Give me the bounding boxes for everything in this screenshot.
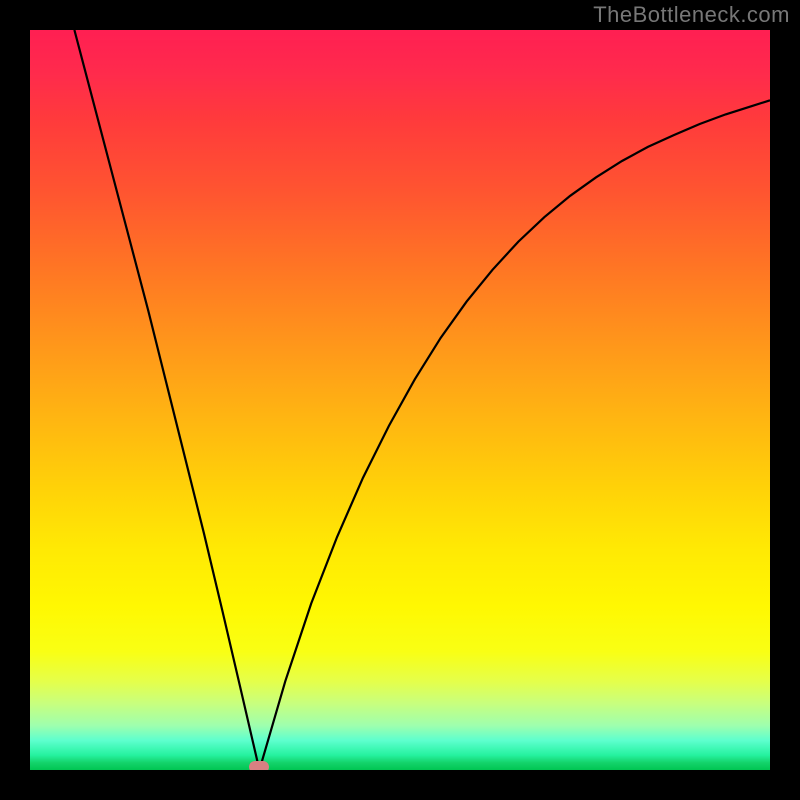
chart-frame: TheBottleneck.com bbox=[0, 0, 800, 800]
vertex-marker bbox=[249, 761, 269, 770]
curve-path bbox=[74, 30, 770, 770]
watermark-text: TheBottleneck.com bbox=[593, 2, 790, 28]
plot-area bbox=[30, 30, 770, 770]
bottleneck-curve bbox=[30, 30, 770, 770]
